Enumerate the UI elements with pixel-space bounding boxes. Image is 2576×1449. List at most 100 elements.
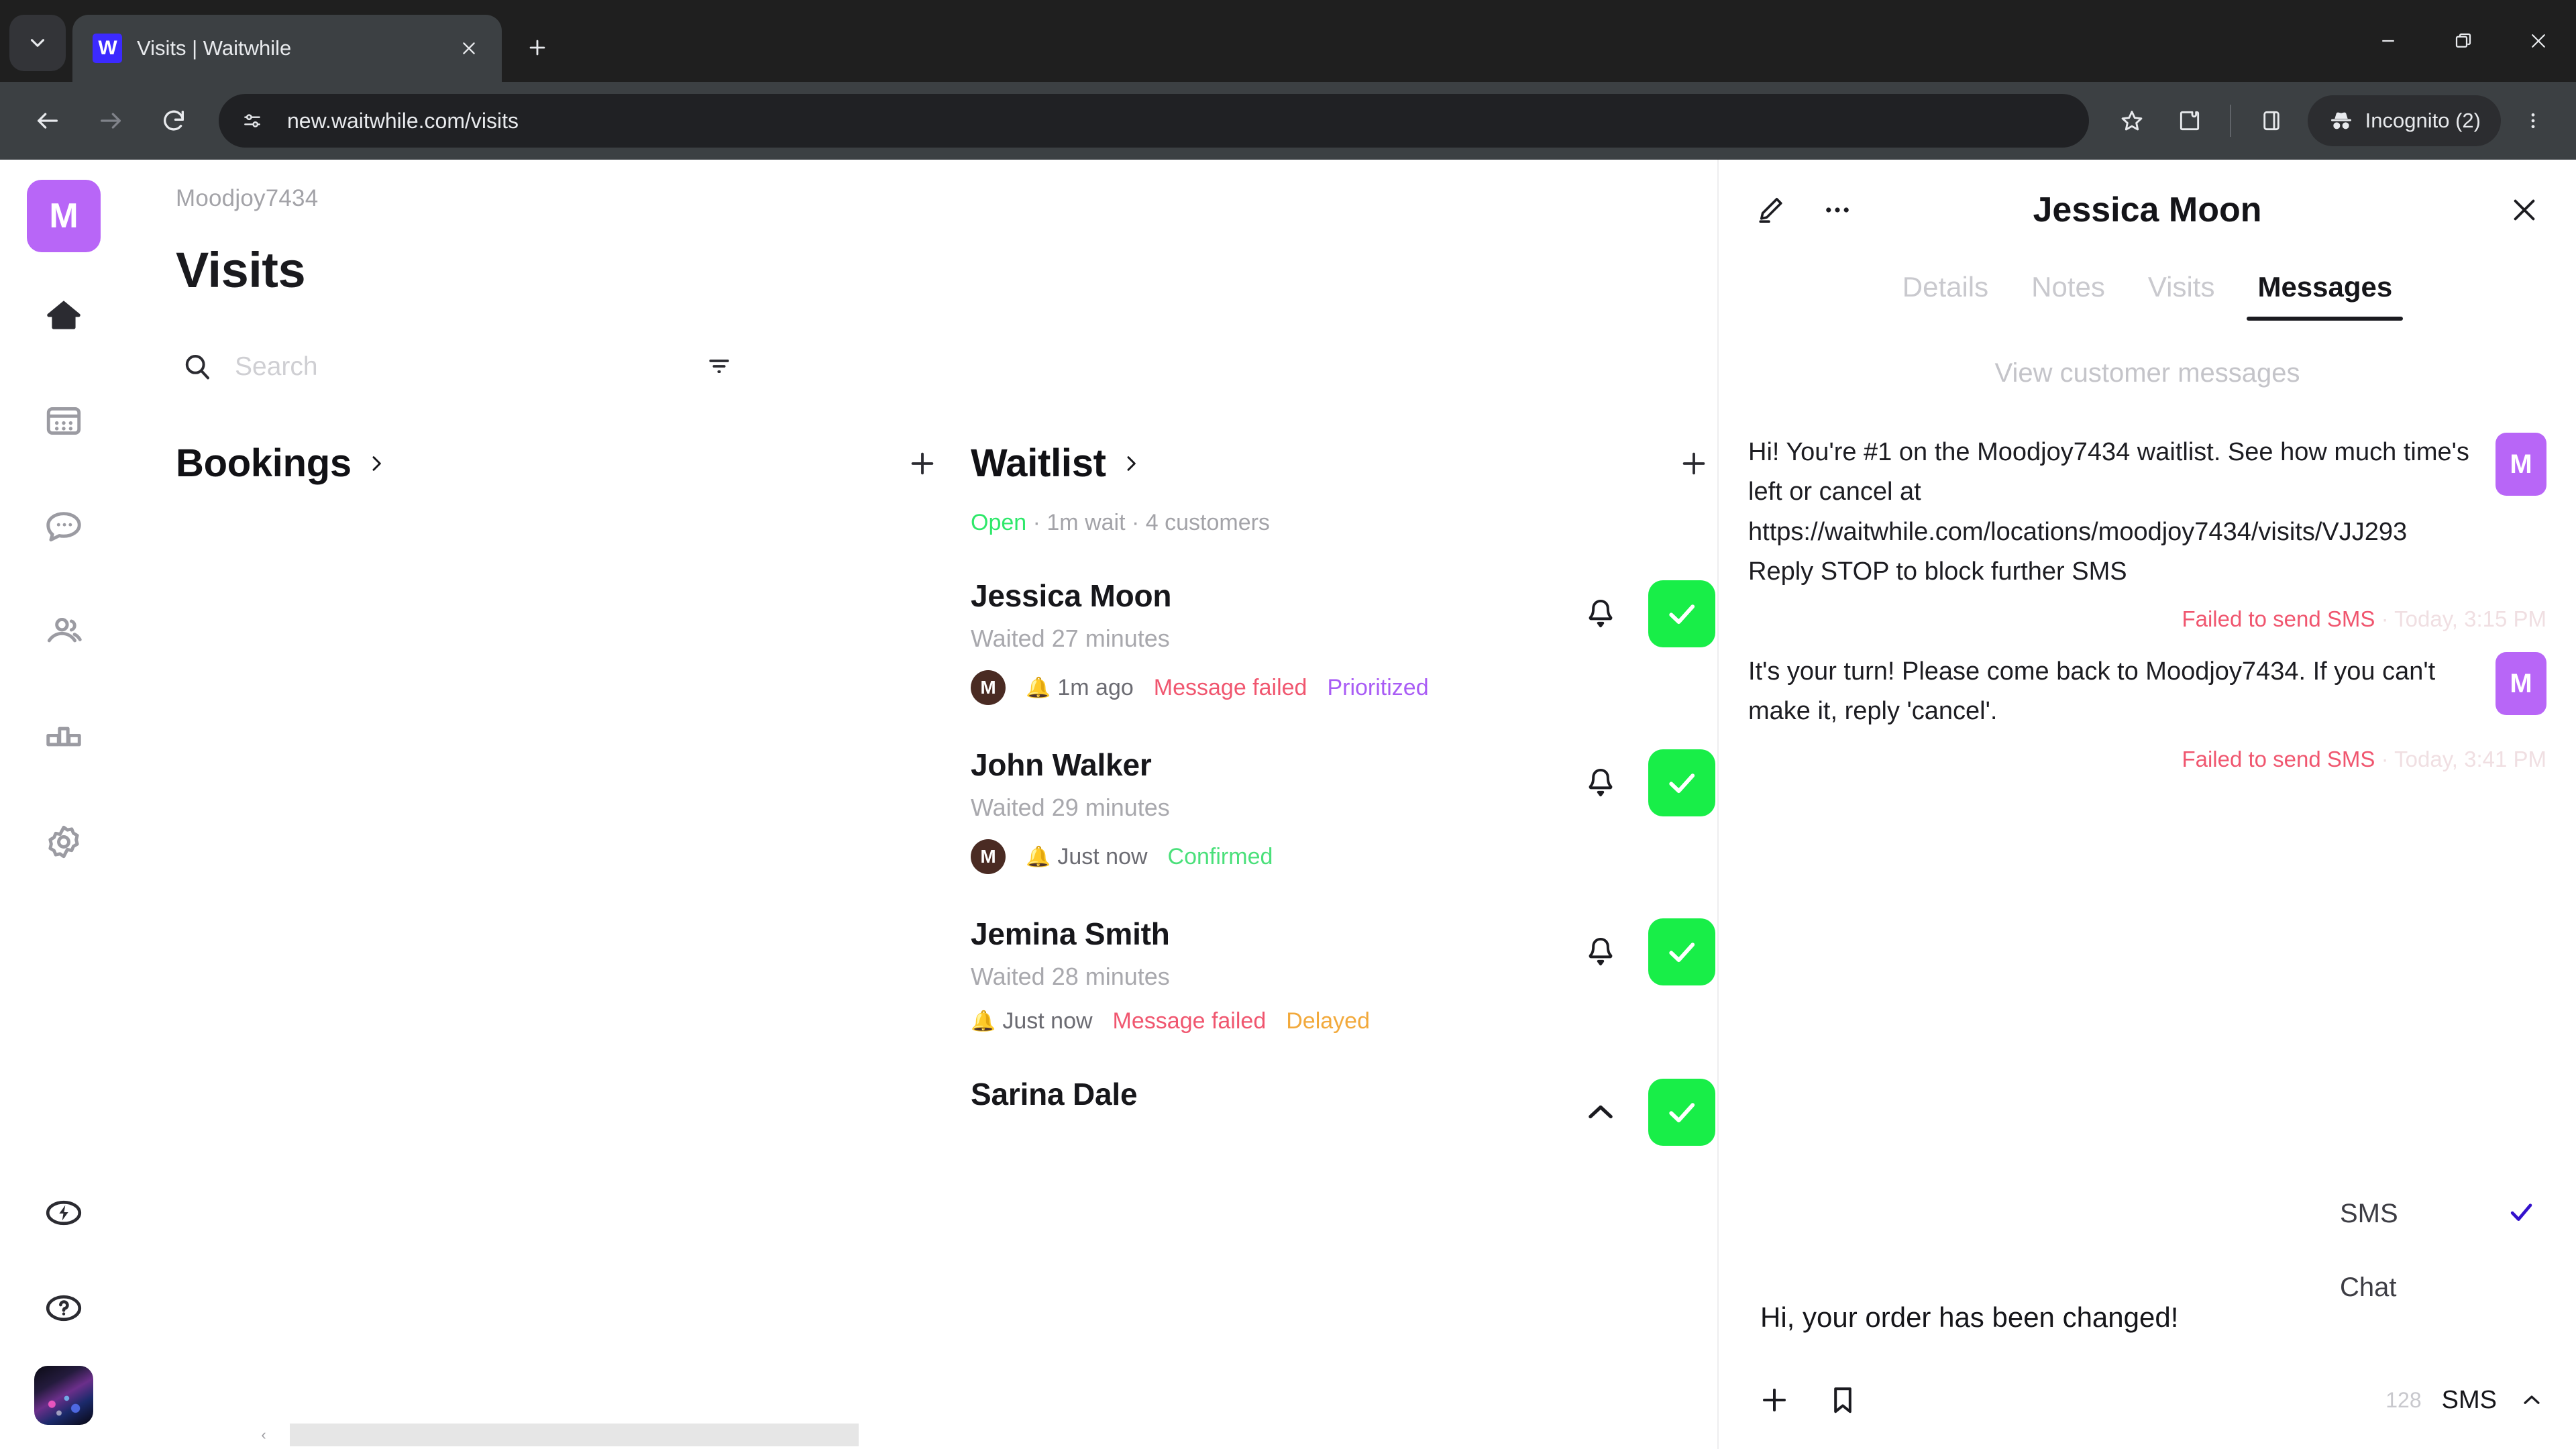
collapse-button[interactable] <box>1580 1091 1621 1133</box>
extensions-button[interactable] <box>2163 94 2216 148</box>
tab-details[interactable]: Details <box>1881 271 2010 321</box>
template-button[interactable] <box>1821 1378 1865 1422</box>
waitlist-title[interactable]: Waitlist <box>971 441 1106 486</box>
scrollbar-thumb[interactable] <box>290 1424 859 1446</box>
tab-messages[interactable]: Messages <box>2236 271 2414 321</box>
bell-mini-icon: 🔔 <box>1026 845 1051 868</box>
back-button[interactable] <box>19 92 76 150</box>
side-panel-button[interactable] <box>2245 94 2298 148</box>
waitlist-status-line: Open · 1m wait · 4 customers <box>971 510 1715 536</box>
tab-notes[interactable]: Notes <box>2010 271 2127 321</box>
add-booking-button[interactable] <box>901 442 944 485</box>
visits-main: Moodjoy7434 Visits Search Bookings Waitl… <box>127 160 1717 1449</box>
horizontal-scrollbar[interactable]: ‹ <box>255 1421 859 1449</box>
plus-icon <box>529 40 545 56</box>
bell-mini-icon: 🔔 <box>971 1010 996 1032</box>
window-controls <box>2351 0 2576 82</box>
channel-option-sms[interactable]: SMS <box>2325 1177 2546 1250</box>
org-name: Moodjoy7434 <box>176 185 319 211</box>
back-arrow-icon <box>38 113 58 129</box>
column-waitlist: Waitlist Open · 1m wait · 4 customers Je… <box>971 441 1715 1146</box>
home-icon <box>47 301 80 329</box>
status-badge-delayed: Delayed <box>1286 1008 1370 1034</box>
chevron-up-icon <box>2524 1395 2540 1404</box>
visit-time: 🔔 1m ago <box>1026 675 1134 701</box>
sidebar-item-whats-new[interactable] <box>26 1175 101 1250</box>
new-tab-button[interactable] <box>513 23 562 72</box>
gear-icon <box>48 825 79 859</box>
message-status: Failed to send SMS · Today, 3:15 PM <box>1748 606 2546 632</box>
avatar[interactable] <box>34 1366 93 1425</box>
sidebar-item-settings[interactable] <box>26 804 101 879</box>
visit-card[interactable]: John Walker Waited 29 minutes M 🔔 Just n… <box>971 747 1715 874</box>
channel-caret-button[interactable] <box>2517 1385 2546 1415</box>
browser-menu-button[interactable] <box>2509 92 2557 150</box>
forward-button[interactable] <box>82 92 140 150</box>
visit-card[interactable]: Jessica Moon Waited 27 minutes M 🔔 1m ag… <box>971 578 1715 705</box>
sidebar-item-home[interactable] <box>26 278 101 353</box>
bookings-expand-button[interactable] <box>361 448 392 479</box>
filter-button[interactable] <box>699 347 739 387</box>
url-text: new.waitwhile.com/visits <box>287 108 519 133</box>
visit-waited: Waited 28 minutes <box>971 963 1170 990</box>
tab-search-button[interactable] <box>9 15 66 71</box>
address-bar[interactable]: new.waitwhile.com/visits <box>219 94 2089 148</box>
notify-button[interactable] <box>1580 762 1621 804</box>
sidebar-item-messages[interactable] <box>26 488 101 564</box>
sidebar-item-calendar[interactable] <box>26 383 101 458</box>
search-icon <box>185 355 209 380</box>
browser-toolbar: new.waitwhile.com/visits Incognito (2) <box>0 82 2576 160</box>
bookings-title[interactable]: Bookings <box>176 441 352 486</box>
visit-card[interactable]: Jemina Smith Waited 28 minutes 🔔 Just no… <box>971 916 1715 1034</box>
tab-visits[interactable]: Visits <box>2127 271 2237 321</box>
sidebar-item-customers[interactable] <box>26 594 101 669</box>
waitlist-expand-button[interactable] <box>1116 448 1146 479</box>
site-settings-button[interactable] <box>233 102 271 140</box>
visits-columns: Bookings Waitlist Open · 1m wait · 4 cus… <box>176 441 1717 1146</box>
notify-button[interactable] <box>1580 593 1621 635</box>
browser-tab[interactable]: W Visits | Waitwhile <box>72 15 502 82</box>
sidebar-item-analytics[interactable] <box>26 699 101 774</box>
search-input[interactable] <box>235 352 699 382</box>
status-badge-message-failed: Message failed <box>1112 1008 1267 1034</box>
incognito-indicator[interactable]: Incognito (2) <box>2307 95 2501 146</box>
visit-time-label: Just now <box>1002 1008 1093 1034</box>
composer-input[interactable]: Hi, your order has been changed! <box>1748 1279 2546 1334</box>
close-panel-button[interactable] <box>2502 188 2546 232</box>
visit-waited: Waited 27 minutes <box>971 625 1170 652</box>
channel-selector[interactable]: SMS <box>2442 1386 2497 1415</box>
composer-toolbar: 128 SMS <box>1748 1378 2546 1422</box>
toolbar-divider <box>2229 105 2231 137</box>
serve-button[interactable] <box>1648 918 1715 985</box>
bookmark-button[interactable] <box>2105 94 2159 148</box>
chevron-right-icon <box>372 455 381 471</box>
close-icon <box>2514 199 2535 221</box>
panel-tabs: Details Notes Visits Messages <box>1719 271 2576 321</box>
bookings-header: Bookings <box>176 441 944 486</box>
more-actions-button[interactable] <box>1815 188 1860 232</box>
minimize-button[interactable] <box>2351 0 2426 82</box>
reload-button[interactable] <box>145 92 203 150</box>
edit-customer-button[interactable] <box>1748 188 1792 232</box>
message-status-text: Failed to send SMS <box>2182 746 2375 771</box>
workspace-logo-letter: M <box>49 197 78 235</box>
attach-button[interactable] <box>1752 1378 1796 1422</box>
bell-icon <box>1589 937 1613 966</box>
maximize-button[interactable] <box>2426 0 2501 82</box>
plus-icon <box>1682 452 1705 474</box>
people-icon <box>47 617 82 643</box>
chevron-down-icon <box>30 39 45 47</box>
restore-icon <box>2455 33 2471 48</box>
add-waitlist-button[interactable] <box>1672 442 1715 485</box>
serve-button[interactable] <box>1648 1079 1715 1146</box>
workspace-logo[interactable]: M <box>27 180 101 252</box>
sidebar-item-help[interactable] <box>26 1271 101 1346</box>
serve-button[interactable] <box>1648 580 1715 647</box>
visit-card[interactable]: Sarina Dale <box>971 1076 1715 1146</box>
scroll-left-arrow[interactable]: ‹ <box>255 1426 272 1444</box>
tab-close-button[interactable] <box>453 33 484 64</box>
close-window-button[interactable] <box>2501 0 2576 82</box>
serve-button[interactable] <box>1648 749 1715 816</box>
check-icon <box>2510 1203 2532 1221</box>
notify-button[interactable] <box>1580 931 1621 973</box>
